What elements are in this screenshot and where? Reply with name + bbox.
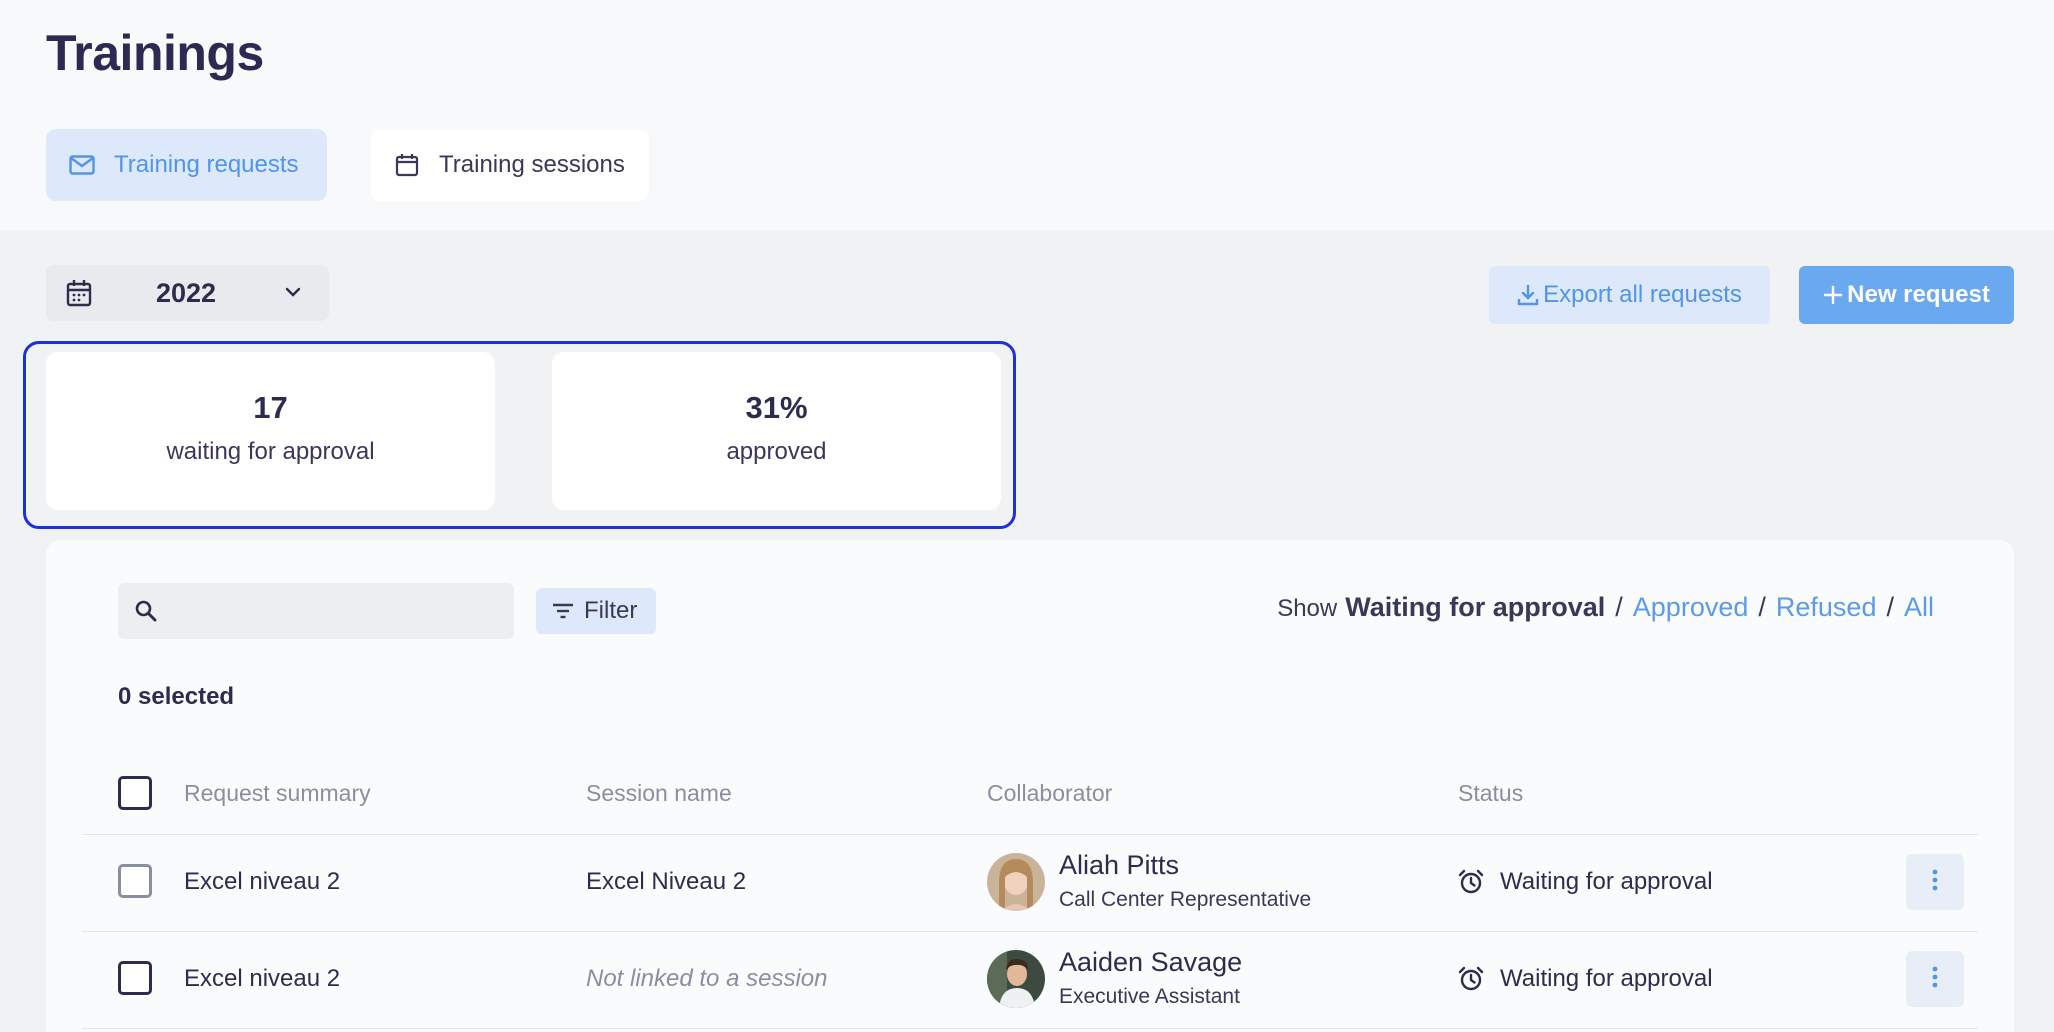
alarm-clock-icon bbox=[1458, 869, 1484, 895]
tab-label: Training requests bbox=[114, 151, 299, 178]
collaborator-role: Executive Assistant bbox=[1059, 985, 1240, 1008]
calendar-icon bbox=[393, 151, 421, 179]
column-header-summary[interactable]: Request summary bbox=[184, 780, 371, 807]
separator: / bbox=[1886, 592, 1894, 622]
filter-icon bbox=[552, 602, 574, 620]
new-request-label: New request bbox=[1847, 281, 1990, 308]
stat-label: waiting for approval bbox=[166, 438, 375, 465]
more-options-button[interactable] bbox=[1906, 854, 1964, 910]
collaborator-name[interactable]: Aliah Pitts bbox=[1059, 850, 1179, 881]
tab-training-sessions[interactable]: Training sessions bbox=[371, 129, 649, 201]
separator: / bbox=[1758, 592, 1766, 622]
column-header-collaborator[interactable]: Collaborator bbox=[987, 780, 1112, 807]
vertical-dots-icon bbox=[1932, 869, 1938, 896]
stat-label: approved bbox=[726, 438, 827, 465]
request-summary: Excel niveau 2 bbox=[184, 965, 341, 992]
select-all-checkbox[interactable] bbox=[118, 776, 152, 810]
page-title: Trainings bbox=[46, 25, 264, 81]
show-option-waiting[interactable]: Waiting for approval bbox=[1345, 592, 1605, 623]
collaborator-name[interactable]: Aaiden Savage bbox=[1059, 947, 1242, 978]
session-name: Excel Niveau 2 bbox=[586, 868, 747, 895]
tab-training-requests[interactable]: Training requests bbox=[46, 129, 327, 201]
alarm-clock-icon bbox=[1458, 966, 1484, 992]
column-header-session[interactable]: Session name bbox=[586, 780, 732, 807]
calendar-icon bbox=[66, 279, 92, 312]
avatar bbox=[987, 950, 1045, 1008]
column-header-status[interactable]: Status bbox=[1458, 780, 1523, 807]
export-label: Export all requests bbox=[1543, 281, 1742, 308]
status-label: Waiting for approval bbox=[1500, 868, 1713, 895]
request-summary: Excel niveau 2 bbox=[184, 868, 341, 895]
status-label: Waiting for approval bbox=[1500, 965, 1713, 992]
status-filter-bar: Show Waiting for approval / Approved / R… bbox=[1277, 592, 1934, 623]
search-icon bbox=[134, 599, 158, 628]
divider bbox=[82, 1028, 1978, 1029]
selected-count: 0 selected bbox=[118, 683, 235, 710]
download-icon bbox=[1517, 284, 1539, 306]
divider bbox=[82, 931, 1978, 932]
requests-panel: Filter Show Waiting for approval / Appro… bbox=[46, 540, 2014, 1032]
export-all-requests-button[interactable]: Export all requests bbox=[1489, 266, 1770, 324]
status-badge: Waiting for approval bbox=[1458, 965, 1713, 993]
tab-label: Training sessions bbox=[439, 151, 625, 178]
stat-card-waiting: 17 waiting for approval bbox=[46, 352, 495, 510]
show-option-all[interactable]: All bbox=[1904, 592, 1934, 623]
filter-label: Filter bbox=[584, 597, 638, 624]
new-request-button[interactable]: New request bbox=[1799, 266, 2014, 324]
search-input[interactable] bbox=[174, 591, 494, 631]
row-checkbox[interactable] bbox=[118, 864, 152, 898]
stat-value: 17 bbox=[253, 390, 288, 425]
session-name: Not linked to a session bbox=[586, 965, 828, 992]
year-select[interactable]: 2022 bbox=[46, 265, 329, 321]
filter-button[interactable]: Filter bbox=[536, 588, 656, 634]
vertical-dots-icon bbox=[1932, 966, 1938, 993]
search-box bbox=[118, 583, 514, 639]
chevron-down-icon bbox=[284, 283, 302, 306]
show-option-approved[interactable]: Approved bbox=[1633, 592, 1749, 623]
stat-value: 31% bbox=[745, 390, 808, 425]
row-checkbox[interactable] bbox=[118, 961, 152, 995]
mail-icon bbox=[68, 151, 96, 179]
plus-icon bbox=[1823, 285, 1843, 305]
show-label: Show bbox=[1277, 595, 1338, 622]
show-option-refused[interactable]: Refused bbox=[1776, 592, 1877, 623]
collaborator-role: Call Center Representative bbox=[1059, 888, 1312, 911]
more-options-button[interactable] bbox=[1906, 951, 1964, 1007]
page-header: Trainings Training requests Training ses… bbox=[0, 0, 2054, 230]
separator: / bbox=[1615, 592, 1623, 622]
year-value: 2022 bbox=[156, 277, 217, 308]
status-badge: Waiting for approval bbox=[1458, 868, 1713, 896]
avatar bbox=[987, 853, 1045, 911]
divider bbox=[82, 834, 1978, 835]
stat-card-approved: 31% approved bbox=[552, 352, 1001, 510]
